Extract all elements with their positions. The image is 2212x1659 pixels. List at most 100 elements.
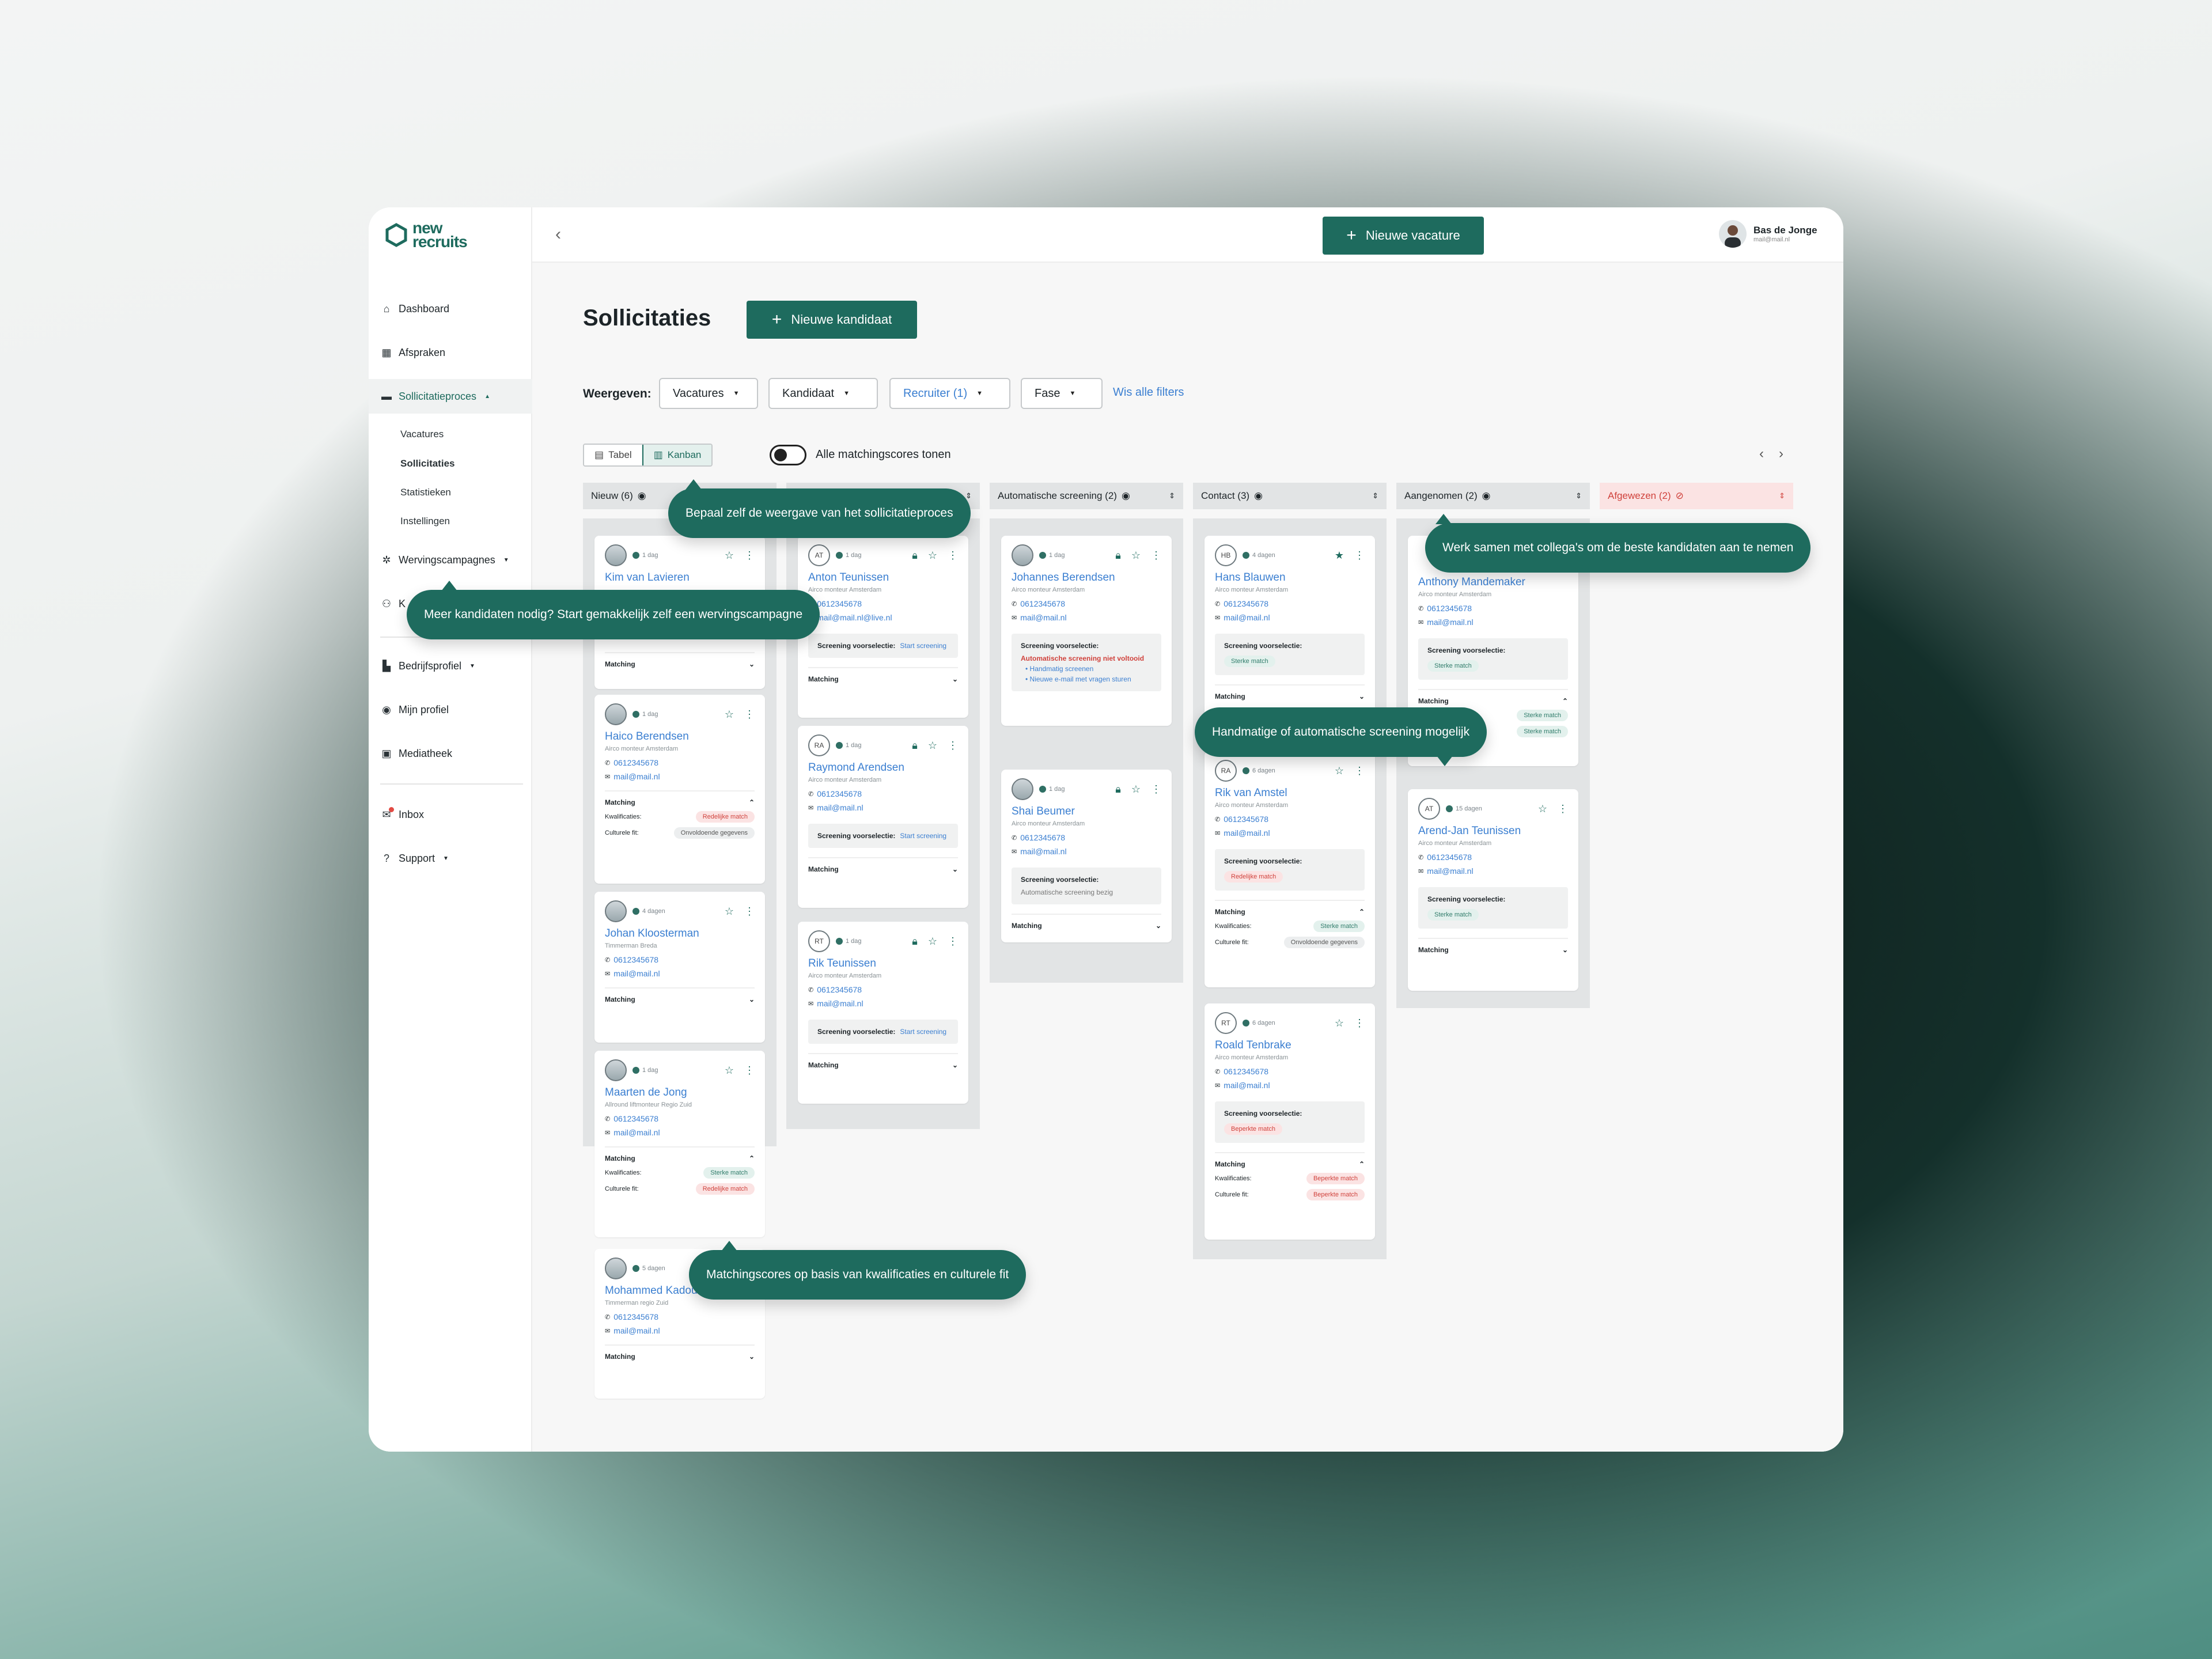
nav-mediatheek[interactable]: ▣ Mediatheek bbox=[369, 736, 532, 771]
new-vacancy-button[interactable]: + Nieuwe vacature bbox=[1323, 217, 1484, 255]
phone-link[interactable]: ✆0612345678 bbox=[1215, 815, 1365, 824]
chevron-up-icon[interactable]: ⌃ bbox=[1359, 908, 1365, 916]
candidate-name[interactable]: Johannes Berendsen bbox=[1012, 571, 1161, 584]
chevron-up-icon[interactable]: ⌃ bbox=[1562, 697, 1568, 705]
chevron-down-icon[interactable]: ⌄ bbox=[952, 675, 958, 683]
candidate-card[interactable]: 1 dag 🔒︎ ☆ ⋮ Shai Beumer Airco monteur Amst… bbox=[1001, 770, 1172, 942]
mail-link[interactable]: ✉ mail@mail.nl bbox=[1418, 866, 1568, 876]
candidate-name[interactable]: Hans Blauwen bbox=[1215, 571, 1365, 584]
candidate-name[interactable]: Arend-Jan Teunissen bbox=[1418, 825, 1568, 838]
nav-support[interactable]: ? Support ▼ bbox=[369, 841, 532, 876]
filter-recruiter[interactable]: Recruiter (1) ▼ bbox=[889, 378, 1010, 409]
mail-link[interactable]: ✉ mail@mail.nl bbox=[1215, 828, 1365, 838]
mail-link[interactable]: ✉ mail@mail.nl bbox=[1215, 1081, 1365, 1090]
chevron-up-icon[interactable]: ⌃ bbox=[749, 1154, 755, 1162]
nav-mijn-profiel[interactable]: ◉ Mijn profiel bbox=[369, 692, 532, 727]
phone-link[interactable]: ✆0612345678 bbox=[1418, 604, 1568, 613]
candidate-name[interactable]: Raymond Arendsen bbox=[808, 762, 958, 774]
start-screening-link[interactable]: Start screening bbox=[900, 1028, 946, 1036]
more-vertical-icon[interactable]: ⋮ bbox=[948, 550, 958, 562]
chevron-down-icon[interactable]: ⌄ bbox=[1359, 692, 1365, 700]
phone-link[interactable]: ✆0612345678 bbox=[605, 1114, 755, 1123]
candidate-card[interactable]: AT 1 dag 🔒︎ ☆ ⋮ Anton Teunissen Airco monteu… bbox=[798, 536, 968, 718]
more-vertical-icon[interactable]: ⋮ bbox=[1151, 550, 1161, 562]
candidate-card[interactable]: 4 dagen ☆ ⋮ Johan Kloosterman Timmerman Br… bbox=[594, 892, 765, 1043]
candidate-name[interactable]: Rik Teunissen bbox=[808, 957, 958, 970]
mail-link[interactable]: ✉ mail@mail.nl bbox=[1012, 613, 1161, 622]
sort-icon[interactable]: ⇕ bbox=[1779, 491, 1785, 501]
star-outline-icon[interactable]: ☆ bbox=[1538, 803, 1547, 815]
star-outline-icon[interactable]: ☆ bbox=[1131, 550, 1141, 562]
nav-dashboard[interactable]: ⌂ Dashboard bbox=[369, 291, 532, 326]
eye-icon[interactable]: ◉ bbox=[1482, 490, 1491, 502]
phone-link[interactable]: ✆0612345678 bbox=[1012, 599, 1161, 608]
sort-icon[interactable]: ⇕ bbox=[1169, 491, 1175, 501]
tab-tabel[interactable]: ▤ Tabel bbox=[584, 445, 642, 465]
star-outline-icon[interactable]: ☆ bbox=[1335, 765, 1344, 777]
chevron-down-icon[interactable]: ⌄ bbox=[952, 1061, 958, 1069]
more-vertical-icon[interactable]: ⋮ bbox=[948, 740, 958, 752]
mail-link[interactable]: ✉ mail@mail.nl bbox=[605, 1326, 755, 1335]
candidate-card[interactable]: 1 dag ☆ ⋮ Haico Berendsen Airco monteur Am… bbox=[594, 695, 765, 884]
chevron-down-icon[interactable]: ⌄ bbox=[749, 660, 755, 668]
nav-wervingscampagnes[interactable]: ✲ Wervingscampagnes ▼ bbox=[369, 543, 532, 577]
more-vertical-icon[interactable]: ⋮ bbox=[1558, 803, 1568, 815]
candidate-card[interactable]: RA 6 dagen ☆ ⋮ Rik van Amstel Airco monteur… bbox=[1205, 751, 1375, 987]
chevron-left-icon[interactable]: ‹ bbox=[1759, 446, 1764, 462]
nav-sollicitatieproces[interactable]: ▬ Sollicitatieproces ▲ bbox=[369, 379, 532, 414]
more-vertical-icon[interactable]: ⋮ bbox=[1354, 550, 1365, 562]
candidate-name[interactable]: Shai Beumer bbox=[1012, 805, 1161, 818]
column-header-aangenomen[interactable]: Aangenomen (2) ◉ ⇕ bbox=[1396, 483, 1590, 509]
subnav-vacatures[interactable]: Vacatures bbox=[400, 429, 444, 440]
sort-icon[interactable]: ⇕ bbox=[1372, 491, 1378, 501]
star-outline-icon[interactable]: ☆ bbox=[725, 1065, 734, 1077]
send-email-link[interactable]: • Nieuwe e-mail met vragen sturen bbox=[1021, 675, 1152, 683]
chevron-down-icon[interactable]: ⌄ bbox=[952, 865, 958, 873]
candidate-name[interactable]: Anton Teunissen bbox=[808, 571, 958, 584]
subnav-statistieken[interactable]: Statistieken bbox=[400, 487, 451, 498]
more-vertical-icon[interactable]: ⋮ bbox=[1354, 1017, 1365, 1029]
star-outline-icon[interactable]: ☆ bbox=[928, 550, 937, 562]
logo[interactable]: new recruits bbox=[384, 220, 468, 250]
candidate-card[interactable]: RA 1 dag 🔒︎ ☆ ⋮ Raymond Arendsen Airco monte… bbox=[798, 726, 968, 908]
filter-fase[interactable]: Fase ▼ bbox=[1021, 378, 1103, 409]
more-vertical-icon[interactable]: ⋮ bbox=[744, 709, 755, 721]
mail-link[interactable]: ✉ mail@mail.nl bbox=[605, 969, 755, 978]
filter-vacatures[interactable]: Vacatures ▼ bbox=[659, 378, 758, 409]
chevron-down-icon[interactable]: ⌄ bbox=[1562, 946, 1568, 954]
phone-link[interactable]: ✆0612345678 bbox=[1215, 1067, 1365, 1076]
star-outline-icon[interactable]: ☆ bbox=[928, 935, 937, 948]
candidate-card[interactable]: AT 15 dagen ☆ ⋮ Arend-Jan Teunissen Airco m… bbox=[1408, 789, 1578, 991]
chevron-left-icon[interactable]: ‹ bbox=[555, 225, 561, 244]
subnav-sollicitaties[interactable]: Sollicitaties bbox=[400, 458, 454, 469]
user-menu[interactable]: Bas de Jonge mail@mail.nl bbox=[1719, 220, 1817, 248]
candidate-card[interactable]: 1 dag 🔒︎ ☆ ⋮ Johannes Berendsen Airco monte… bbox=[1001, 536, 1172, 726]
mail-link[interactable]: ✉ mail@mail.nl bbox=[605, 1128, 755, 1137]
phone-link[interactable]: ✆0612345678 bbox=[1215, 599, 1365, 608]
phone-link[interactable]: ✆0612345678 bbox=[1012, 833, 1161, 842]
candidate-name[interactable]: Roald Tenbrake bbox=[1215, 1039, 1365, 1052]
filter-kandidaat[interactable]: Kandidaat ▼ bbox=[768, 378, 878, 409]
star-outline-icon[interactable]: ☆ bbox=[1335, 1017, 1344, 1029]
phone-link[interactable]: ✆0612345678 bbox=[605, 1312, 755, 1321]
candidate-card[interactable]: RT 6 dagen ☆ ⋮ Roald Tenbrake Airco monteur… bbox=[1205, 1003, 1375, 1240]
column-header-contact[interactable]: Contact (3) ◉ ⇕ bbox=[1193, 483, 1387, 509]
star-outline-icon[interactable]: ☆ bbox=[725, 709, 734, 721]
tab-kanban[interactable]: ▥ Kanban bbox=[642, 445, 712, 465]
eye-icon[interactable]: ◉ bbox=[1254, 490, 1263, 502]
start-screening-link[interactable]: Start screening bbox=[900, 832, 946, 840]
start-screening-link[interactable]: Start screening bbox=[900, 642, 946, 650]
mail-link[interactable]: ✉ mail@mail.nl bbox=[808, 999, 958, 1008]
eye-icon[interactable]: ◉ bbox=[1122, 490, 1130, 502]
candidate-card[interactable]: 1 dag ☆ ⋮ Maarten de Jong Allround liftmon… bbox=[594, 1051, 765, 1237]
candidate-name[interactable]: Rik van Amstel bbox=[1215, 787, 1365, 800]
star-outline-icon[interactable]: ☆ bbox=[1131, 783, 1141, 796]
phone-link[interactable]: ✆0612345678 bbox=[1418, 853, 1568, 862]
candidate-name[interactable]: Haico Berendsen bbox=[605, 730, 755, 743]
candidate-card[interactable]: RT 1 dag 🔒︎ ☆ ⋮ Rik Teunissen Airco monteur … bbox=[798, 922, 968, 1104]
candidate-name[interactable]: Johan Kloosterman bbox=[605, 927, 755, 940]
chevron-down-icon[interactable]: ⌄ bbox=[749, 995, 755, 1003]
mail-link[interactable]: ✉ mail@mail.nl bbox=[1215, 613, 1365, 622]
phone-link[interactable]: ✆0612345678 bbox=[808, 599, 958, 608]
chevron-down-icon[interactable]: ⌄ bbox=[1156, 922, 1161, 930]
